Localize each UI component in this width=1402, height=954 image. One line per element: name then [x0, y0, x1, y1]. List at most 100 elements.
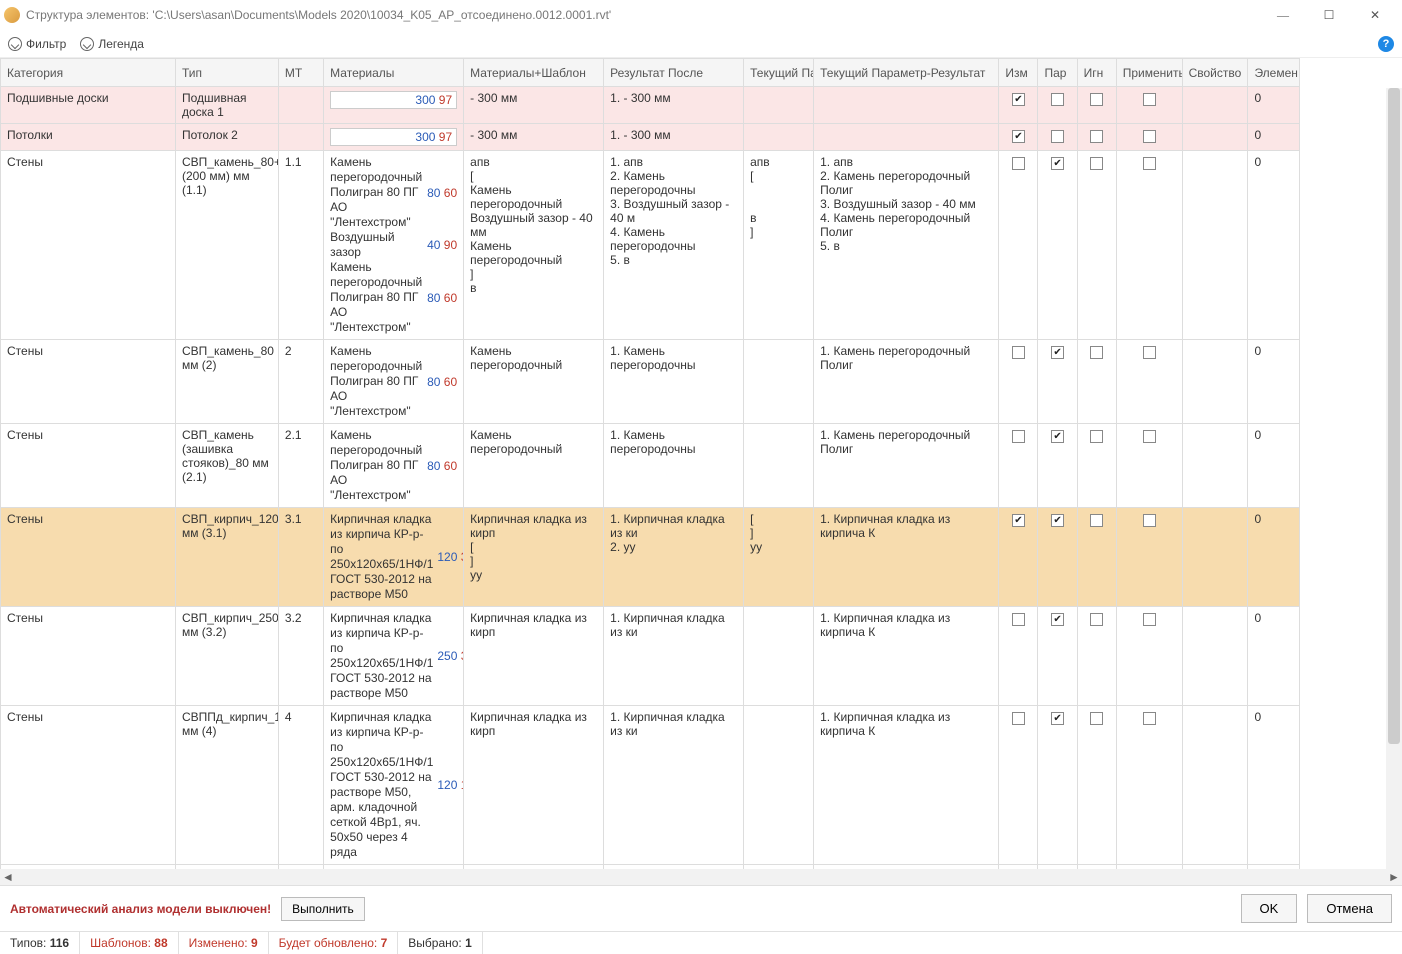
cell-par[interactable] — [1038, 424, 1077, 508]
checkbox-ign[interactable] — [1090, 514, 1103, 527]
cell-par[interactable] — [1038, 151, 1077, 340]
cell-apply[interactable] — [1116, 124, 1182, 151]
checkbox-ign[interactable] — [1090, 346, 1103, 359]
vertical-scrollbar[interactable] — [1386, 88, 1402, 869]
cancel-button[interactable]: Отмена — [1307, 894, 1392, 923]
scroll-left-icon[interactable]: ◄ — [0, 869, 16, 885]
checkbox-par[interactable] — [1051, 712, 1064, 725]
checkbox-ign[interactable] — [1090, 430, 1103, 443]
cell-ign[interactable] — [1077, 151, 1116, 340]
cell-izm[interactable] — [999, 706, 1038, 865]
col-elements[interactable]: Элемен — [1248, 59, 1300, 87]
col-materials-tpl[interactable]: Материалы+Шаблон — [464, 59, 604, 87]
cell-izm[interactable] — [999, 124, 1038, 151]
scroll-right-icon[interactable]: ► — [1386, 869, 1402, 885]
table-row[interactable]: СтеныСВП_камень (зашивка стояков)_80 мм … — [1, 424, 1300, 508]
cell-apply[interactable] — [1116, 151, 1182, 340]
checkbox-par[interactable] — [1051, 157, 1064, 170]
checkbox-apply[interactable] — [1143, 346, 1156, 359]
checkbox-apply[interactable] — [1143, 157, 1156, 170]
checkbox-izm[interactable] — [1012, 613, 1025, 626]
table-row[interactable]: Подшивные доскиПодшивная доска 1300 97 -… — [1, 87, 1300, 124]
col-apply[interactable]: Применить — [1116, 59, 1182, 87]
checkbox-apply[interactable] — [1143, 514, 1156, 527]
cell-apply[interactable] — [1116, 87, 1182, 124]
cell-apply[interactable] — [1116, 706, 1182, 865]
checkbox-apply[interactable] — [1143, 93, 1156, 106]
checkbox-izm[interactable] — [1012, 514, 1025, 527]
ok-button[interactable]: OK — [1241, 894, 1298, 923]
table-row[interactable]: СтеныСВП_камень_80 мм (2)2Камень перегор… — [1, 340, 1300, 424]
checkbox-izm[interactable] — [1012, 157, 1025, 170]
checkbox-izm[interactable] — [1012, 430, 1025, 443]
checkbox-izm[interactable] — [1012, 130, 1025, 143]
table-row[interactable]: СтеныСВППд_кирпич_120 мм (4)4Кирпичная к… — [1, 706, 1300, 865]
cell-izm[interactable] — [999, 508, 1038, 607]
filter-button[interactable]: Фильтр — [8, 37, 66, 51]
checkbox-apply[interactable] — [1143, 613, 1156, 626]
col-ign[interactable]: Игн — [1077, 59, 1116, 87]
cell-par[interactable] — [1038, 508, 1077, 607]
cell-par[interactable] — [1038, 706, 1077, 865]
execute-button[interactable]: Выполнить — [281, 897, 365, 921]
cell-par[interactable] — [1038, 340, 1077, 424]
cell-ign[interactable] — [1077, 607, 1116, 706]
cell-ign[interactable] — [1077, 340, 1116, 424]
checkbox-par[interactable] — [1051, 613, 1064, 626]
maximize-button[interactable]: ☐ — [1306, 0, 1352, 30]
col-type[interactable]: Тип — [175, 59, 278, 87]
checkbox-par[interactable] — [1051, 346, 1064, 359]
cell-ign[interactable] — [1077, 424, 1116, 508]
checkbox-par[interactable] — [1051, 130, 1064, 143]
cell-apply[interactable] — [1116, 607, 1182, 706]
cell-apply[interactable] — [1116, 340, 1182, 424]
col-category[interactable]: Категория — [1, 59, 176, 87]
table-row[interactable]: СтеныСВП_камень_80+40+80 (200 мм) мм (1.… — [1, 151, 1300, 340]
checkbox-ign[interactable] — [1090, 613, 1103, 626]
cell-izm[interactable] — [999, 607, 1038, 706]
checkbox-ign[interactable] — [1090, 130, 1103, 143]
checkbox-ign[interactable] — [1090, 157, 1103, 170]
close-button[interactable]: ✕ — [1352, 0, 1398, 30]
table-row[interactable]: ПотолкиПотолок 2300 97 - 300 мм1. - 300 … — [1, 124, 1300, 151]
checkbox-izm[interactable] — [1012, 712, 1025, 725]
material-input[interactable]: 300 97 — [330, 128, 457, 146]
minimize-button[interactable]: — — [1260, 0, 1306, 30]
cell-ign[interactable] — [1077, 706, 1116, 865]
cell-ign[interactable] — [1077, 508, 1116, 607]
cell-izm[interactable] — [999, 87, 1038, 124]
checkbox-izm[interactable] — [1012, 93, 1025, 106]
table-row[interactable]: СтеныСВП_кирпич_120 мм (3.1)3.1Кирпичная… — [1, 508, 1300, 607]
col-mt[interactable]: МТ — [278, 59, 323, 87]
cell-par[interactable] — [1038, 87, 1077, 124]
col-materials[interactable]: Материалы — [324, 59, 464, 87]
table-row[interactable]: СтеныСВП_кирпич_250 мм (3.2)3.2Кирпичная… — [1, 607, 1300, 706]
checkbox-ign[interactable] — [1090, 93, 1103, 106]
horizontal-scrollbar[interactable]: ◄ ► — [0, 869, 1402, 885]
col-property[interactable]: Свойство — [1182, 59, 1248, 87]
legend-button[interactable]: Легенда — [80, 37, 144, 51]
cell-apply[interactable] — [1116, 508, 1182, 607]
col-par[interactable]: Пар — [1038, 59, 1077, 87]
cell-izm[interactable] — [999, 151, 1038, 340]
cell-par[interactable] — [1038, 124, 1077, 151]
col-current-param-result[interactable]: Текущий Параметр-Результат — [814, 59, 999, 87]
checkbox-par[interactable] — [1051, 93, 1064, 106]
cell-ign[interactable] — [1077, 124, 1116, 151]
col-current-param[interactable]: Текущий Па — [744, 59, 814, 87]
col-result-after[interactable]: Результат После — [604, 59, 744, 87]
material-input[interactable]: 300 97 — [330, 91, 457, 109]
cell-apply[interactable] — [1116, 424, 1182, 508]
cell-ign[interactable] — [1077, 87, 1116, 124]
cell-par[interactable] — [1038, 607, 1077, 706]
checkbox-par[interactable] — [1051, 514, 1064, 527]
cell-izm[interactable] — [999, 340, 1038, 424]
cell-izm[interactable] — [999, 424, 1038, 508]
help-icon[interactable]: ? — [1378, 36, 1394, 52]
checkbox-apply[interactable] — [1143, 430, 1156, 443]
checkbox-ign[interactable] — [1090, 712, 1103, 725]
checkbox-par[interactable] — [1051, 430, 1064, 443]
checkbox-apply[interactable] — [1143, 130, 1156, 143]
col-izm[interactable]: Изм — [999, 59, 1038, 87]
checkbox-izm[interactable] — [1012, 346, 1025, 359]
